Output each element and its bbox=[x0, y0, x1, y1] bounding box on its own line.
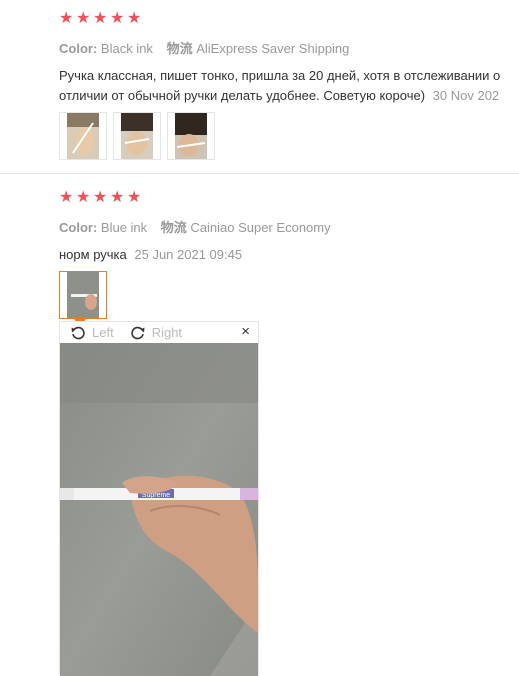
review-text: норм ручка 25 Jun 2021 09:45 bbox=[59, 245, 519, 265]
shipping-value: Cainiao Super Economy bbox=[190, 220, 331, 235]
rotate-left-button[interactable]: Left bbox=[70, 325, 114, 341]
shipping-label: 物流 bbox=[160, 220, 187, 235]
rotate-right-button[interactable]: Right bbox=[130, 325, 182, 341]
viewer-toolbar: Left Right × bbox=[60, 322, 258, 343]
review-item: ★ ★ ★ ★ ★ Color: Blue ink 物流 Cainiao Sup… bbox=[59, 189, 519, 326]
review-date: 25 Jun 2021 09:45 bbox=[134, 247, 243, 262]
color-label: Color: bbox=[59, 41, 98, 56]
photo-thumbnail-selected[interactable] bbox=[59, 271, 107, 326]
review-photos bbox=[59, 112, 519, 160]
review-text-line: отличии от обычной ручки делать удобнее.… bbox=[59, 88, 426, 103]
photo-thumbnail[interactable] bbox=[167, 112, 215, 160]
star-icon: ★ bbox=[59, 189, 74, 206]
photo-image bbox=[121, 113, 153, 159]
rotate-left-label: Left bbox=[92, 325, 114, 340]
review-divider bbox=[0, 173, 519, 174]
color-value: Blue ink bbox=[100, 220, 148, 235]
color-label: Color: bbox=[59, 220, 98, 235]
review-photos bbox=[59, 271, 519, 326]
star-icon: ★ bbox=[93, 189, 108, 206]
review-item: ★ ★ ★ ★ ★ Color: Black ink 物流 AliExpress… bbox=[59, 10, 519, 160]
color-value: Black ink bbox=[100, 41, 153, 56]
photo-image bbox=[67, 113, 99, 159]
rotate-right-label: Right bbox=[151, 325, 183, 340]
photo-thumbnail[interactable] bbox=[113, 112, 161, 160]
photo-viewer: Left Right × Supreme bbox=[59, 321, 259, 676]
review-text-line: норм ручка bbox=[59, 247, 127, 262]
star-icon: ★ bbox=[127, 189, 142, 206]
shipping-label: 物流 bbox=[166, 41, 193, 56]
review-date: 30 Nov 202 bbox=[432, 88, 500, 103]
star-icon: ★ bbox=[76, 10, 91, 27]
review-meta: Color: Black ink 物流 AliExpress Saver Shi… bbox=[59, 38, 519, 57]
photo-image bbox=[67, 272, 99, 318]
photo-image bbox=[175, 113, 207, 159]
star-icon: ★ bbox=[127, 10, 142, 27]
photo-thumbnail[interactable] bbox=[59, 112, 107, 160]
photo-large-image: Supreme bbox=[60, 343, 258, 676]
rotate-right-icon bbox=[130, 326, 145, 339]
star-icon: ★ bbox=[93, 10, 108, 27]
star-icon: ★ bbox=[110, 189, 125, 206]
close-icon[interactable]: × bbox=[241, 323, 250, 340]
shipping-value: AliExpress Saver Shipping bbox=[196, 41, 350, 56]
star-rating: ★ ★ ★ ★ ★ bbox=[59, 10, 519, 28]
review-text: Ручка классная, пишет тонко, пришла за 2… bbox=[59, 66, 519, 106]
review-text-line: Ручка классная, пишет тонко, пришла за 2… bbox=[59, 68, 501, 83]
star-icon: ★ bbox=[76, 189, 91, 206]
rotate-left-icon bbox=[71, 326, 85, 339]
star-icon: ★ bbox=[110, 10, 125, 27]
star-rating: ★ ★ ★ ★ ★ bbox=[59, 189, 519, 207]
star-icon: ★ bbox=[59, 10, 74, 27]
review-meta: Color: Blue ink 物流 Cainiao Super Economy bbox=[59, 217, 519, 236]
